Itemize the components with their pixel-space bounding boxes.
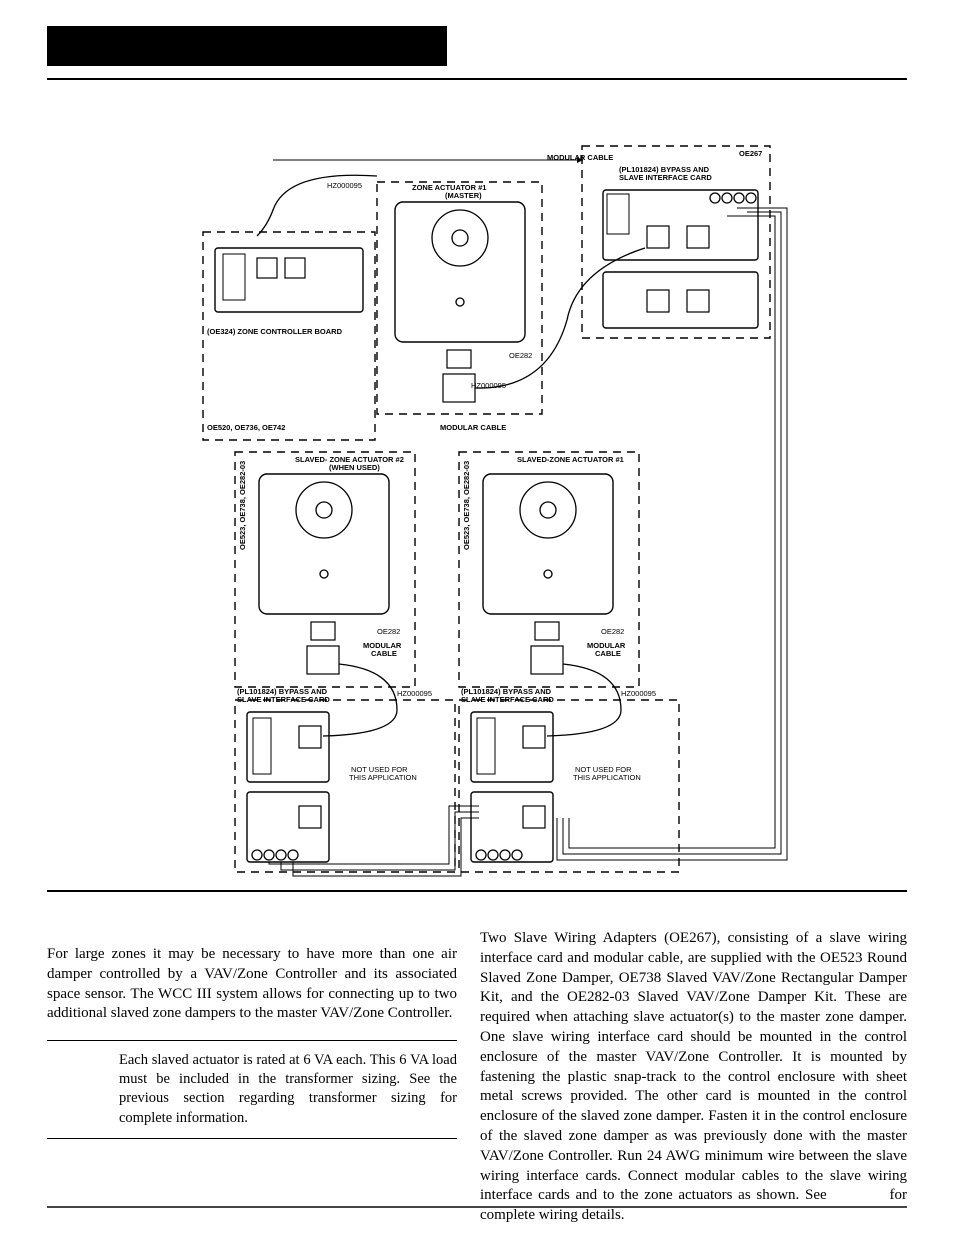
slave1-rj [535, 622, 559, 640]
note-rule-bottom [47, 1138, 457, 1139]
bypass-card-br-2: SLAVE INTERFACE CARD [461, 695, 554, 704]
slave1-iface-a-port [523, 726, 545, 748]
master-actuator-shaft [452, 230, 468, 246]
bypass-card-bl-2: SLAVE INTERFACE CARD [237, 695, 330, 704]
bypass-card-top-l2: SLAVE INTERFACE CARD [619, 173, 712, 182]
right-paragraph: Two Slave Wiring Adapters (OE267), consi… [480, 929, 907, 1226]
hz-bot-l: HZ000095 [397, 689, 432, 698]
slave2-screw [320, 570, 328, 578]
slave1-title: SLAVED-ZONE ACTUATOR #1 [517, 455, 624, 464]
slave2-iface-b-port [299, 806, 321, 828]
aux-port-a [647, 290, 669, 312]
section-header-bar [47, 26, 447, 66]
slave2-title-l2: (WHEN USED) [329, 463, 380, 472]
slave2-rj [311, 622, 335, 640]
aux-card-top [603, 272, 758, 328]
note-paragraph: Each slaved actuator is rated at 6 VA ea… [47, 1045, 457, 1134]
oe267-label: OE267 [739, 149, 762, 158]
mod-cable-br-2: CABLE [595, 649, 621, 658]
diagram-svg: OE267 MODULAR CABLE (PL101824) BYPASS AN… [47, 130, 907, 882]
zone-act-master-l2: (MASTER) [445, 191, 482, 200]
slave1-iface-b-port [523, 806, 545, 828]
right-para-a: Two Slave Wiring Adapters (OE267), consi… [480, 930, 907, 1203]
hz-master-label: HZ000095 [327, 181, 362, 190]
hz-bot-r: HZ000095 [621, 689, 656, 698]
rule-top [47, 78, 907, 80]
zone-ctrl-board-label: (OE324) ZONE CONTROLLER BOARD [207, 327, 343, 336]
oe523-right-label: OE523, OE738, OE282-03 [462, 461, 471, 550]
mod-cable-bl-2: CABLE [371, 649, 397, 658]
right-para-gap [832, 1187, 883, 1203]
oe282-bot-r: OE282 [601, 627, 624, 636]
slave2-splitter [307, 646, 339, 674]
wiring-diagram: OE267 MODULAR CABLE (PL101824) BYPASS AN… [47, 130, 907, 882]
rule-under-figure [47, 890, 907, 892]
master-screw [456, 298, 464, 306]
note-rule-top [47, 1040, 457, 1041]
slave2-iface-a-port [299, 726, 321, 748]
rj45-top-a [647, 226, 669, 248]
slave2-shaft [316, 502, 332, 518]
ctrl-port-b [285, 258, 305, 278]
slave1-splitter [531, 646, 563, 674]
right-column: Two Slave Wiring Adapters (OE267), consi… [480, 929, 907, 1226]
slave1-shaft [540, 502, 556, 518]
oe282-mid-label: OE282 [509, 351, 532, 360]
oe520-label: OE520, OE736, OE742 [207, 423, 285, 432]
oe523-left-label: OE523, OE738, OE282-03 [238, 461, 247, 550]
mod-cable-top-label: MODULAR CABLE [547, 153, 613, 162]
rule-footer [47, 1206, 907, 1208]
ctrl-port-a [257, 258, 277, 278]
not-used-l-2: THIS APPLICATION [349, 773, 417, 782]
not-used-r-2: THIS APPLICATION [573, 773, 641, 782]
general-paragraph: For large zones it may be necessary to h… [47, 945, 457, 1024]
master-rj [447, 350, 471, 368]
oe282-bot-l: OE282 [377, 627, 400, 636]
mod-cable-mid-label: MODULAR CABLE [440, 423, 506, 432]
aux-port-b [687, 290, 709, 312]
rj45-top-b [687, 226, 709, 248]
slave1-screw [544, 570, 552, 578]
left-column: For large zones it may be necessary to h… [47, 945, 457, 1139]
